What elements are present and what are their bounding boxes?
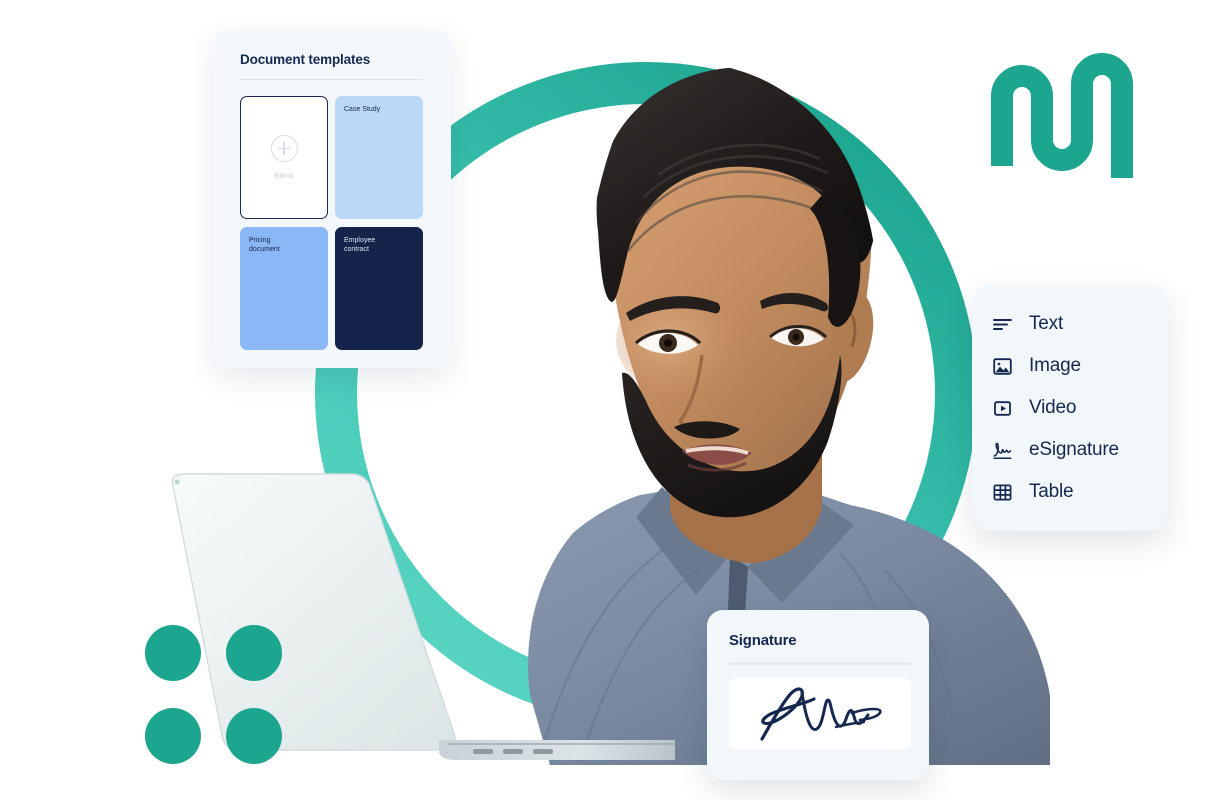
- template-card-blank[interactable]: Blank: [240, 96, 328, 219]
- menu-label-image: Image: [1029, 355, 1081, 376]
- text-lines-icon: [992, 314, 1013, 335]
- signature-panel: Signature: [707, 610, 929, 780]
- image-icon: [992, 356, 1013, 377]
- template-card-employee-contract[interactable]: Employee contract: [335, 227, 423, 350]
- templates-grid: Blank Case Study Pricing document Employ…: [240, 96, 431, 350]
- menu-item-video[interactable]: Video: [972, 387, 1168, 429]
- dot-2: [226, 625, 282, 681]
- plus-circle-icon: [270, 135, 298, 162]
- signature-divider: [729, 662, 911, 665]
- menu-label-text: Text: [1029, 313, 1064, 334]
- template-label-pricing-document: Pricing document: [249, 237, 280, 253]
- menu-label-esignature: eSignature: [1029, 439, 1119, 460]
- dot-3: [145, 708, 201, 764]
- template-label-employee-contract: Employee contract: [344, 237, 376, 253]
- template-card-case-study[interactable]: Case Study: [335, 96, 423, 219]
- menu-item-table[interactable]: Table: [972, 471, 1168, 513]
- template-card-pricing-document[interactable]: Pricing document: [240, 227, 328, 350]
- document-templates-panel: Document templates Blank Case Study Pric…: [214, 30, 451, 368]
- menu-item-image[interactable]: Image: [972, 345, 1168, 387]
- templates-panel-title: Document templates: [240, 52, 371, 67]
- signature-panel-title: Signature: [729, 632, 797, 649]
- teal-dot-grid: [145, 625, 285, 765]
- hero-illustration: Document templates Blank Case Study Pric…: [0, 0, 1228, 800]
- video-icon: [992, 398, 1013, 419]
- menu-item-esignature[interactable]: eSignature: [972, 429, 1168, 471]
- table-icon: [992, 482, 1013, 503]
- signature-field[interactable]: [729, 678, 911, 750]
- menu-label-table: Table: [1029, 481, 1074, 502]
- templates-divider: [240, 79, 422, 80]
- content-blocks-menu: Text Image Video eSignature Table: [972, 285, 1168, 531]
- dot-1: [145, 625, 201, 681]
- menu-label-video: Video: [1029, 397, 1077, 418]
- dot-4: [226, 708, 282, 764]
- handwritten-signature-icon: [760, 687, 882, 741]
- menu-item-text[interactable]: Text: [972, 303, 1168, 345]
- template-label-blank: Blank: [274, 171, 294, 180]
- esignature-icon: [992, 440, 1013, 461]
- wavy-squiggle-logo-icon: [988, 48, 1138, 188]
- template-label-case-study: Case Study: [344, 106, 381, 113]
